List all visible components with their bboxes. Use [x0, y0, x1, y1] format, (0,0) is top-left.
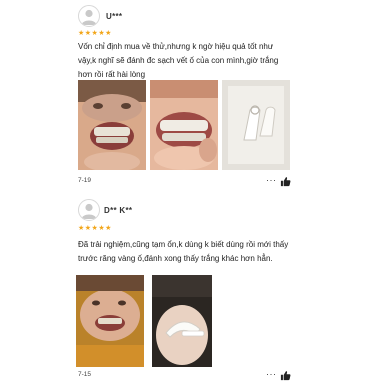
review-photo[interactable]	[222, 80, 290, 170]
rating-stars: ★★★★★	[78, 225, 112, 232]
review-text: Vốn chỉ định mua về thử,nhưng k ngờ hiệu…	[78, 40, 278, 82]
child-smiling-teeth-photo	[78, 80, 146, 170]
white-strips-packet-photo	[222, 80, 290, 170]
avatar-icon	[81, 203, 97, 219]
review-photo[interactable]	[78, 80, 146, 170]
tooth-tray-on-hand-photo	[152, 275, 212, 367]
review-photo[interactable]	[152, 275, 212, 367]
child-teeth-closeup-photo	[150, 80, 218, 170]
review-date: 7-15	[78, 371, 92, 378]
avatar-icon	[81, 9, 97, 25]
username[interactable]: U***	[106, 12, 122, 21]
review-date: 7-19	[78, 177, 92, 184]
review-text-line: trước răng vàng ố,đánh xong thấy trắng k…	[78, 254, 273, 263]
like-button[interactable]	[280, 368, 291, 386]
thumbs-up-icon	[280, 371, 291, 381]
more-dots-icon[interactable]: ···	[266, 176, 277, 185]
child-teeth-before-photo	[76, 275, 144, 367]
avatar[interactable]	[78, 5, 100, 27]
review-text-line: vậy,k nghĩ sẽ đánh đc sạch vết ố của con…	[78, 56, 279, 65]
like-button[interactable]	[280, 174, 291, 192]
thumbs-up-icon	[280, 177, 291, 187]
avatar[interactable]	[78, 199, 100, 221]
review-photo[interactable]	[150, 80, 218, 170]
review-text-line: Đã trải nghiệm,cũng tạm ổn,k dùng k biết…	[78, 240, 289, 249]
review-text: Đã trải nghiệm,cũng tạm ổn,k dùng k biết…	[78, 238, 288, 266]
rating-stars: ★★★★★	[78, 30, 112, 37]
username[interactable]: D** K**	[104, 206, 132, 215]
more-dots-icon[interactable]: ···	[266, 370, 277, 379]
review-photo[interactable]	[76, 275, 144, 367]
review-text-line: Vốn chỉ định mua về thử,nhưng k ngờ hiệu…	[78, 42, 274, 51]
